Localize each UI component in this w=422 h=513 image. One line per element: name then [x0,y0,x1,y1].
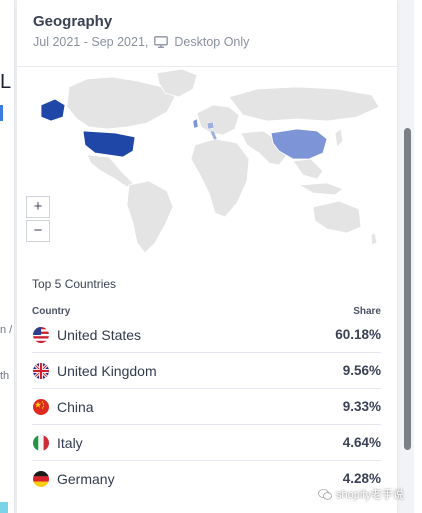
map-region-indonesia [297,182,344,196]
background-panel: L n / th [0,0,15,513]
map-region-mexico [86,154,134,188]
section-title: Top 5 Countries [32,277,117,291]
map-region-germany [206,121,215,130]
italy-flag-icon [33,434,49,451]
geography-card: Geography Jul 2021 - Sep 2021, Desktop O… [17,0,397,513]
map-region-southeast-asia [292,158,324,180]
card-title: Geography [33,13,113,30]
date-range: Jul 2021 - Sep 2021, [33,35,149,49]
monitor-icon [154,36,169,48]
column-header-share: Share [353,306,381,317]
countries-table: United States 60.18% United Kingdom 9.56… [32,317,381,496]
germany-flag-icon [33,470,49,487]
country-share: 9.56% [342,363,381,378]
zoom-out-button[interactable]: − [26,220,50,242]
country-share: 60.18% [335,327,381,342]
scrollbar-thumb[interactable] [404,128,411,450]
country-name: United States [57,326,142,343]
background-accent [0,105,3,121]
country-name: China [57,398,94,415]
map-region-africa [190,138,250,218]
device-filter: Desktop Only [174,35,250,49]
column-header-country: Country [32,306,71,317]
uk-flag-icon [33,362,49,379]
table-row: United States 60.18% [32,317,381,353]
card-header: Geography Jul 2021 - Sep 2021, Desktop O… [17,0,397,67]
map-region-south-america [126,180,174,254]
map-region-japan [334,128,344,148]
wechat-icon [318,488,332,500]
map-region-united-kingdom [192,118,199,129]
world-map[interactable] [17,67,397,257]
country-name: United Kingdom [57,362,157,379]
map-region-new-zealand [370,232,378,246]
country-share: 9.33% [342,399,381,414]
map-region-russia [228,86,380,122]
country-name: Germany [57,470,115,487]
country-share: 4.28% [342,471,381,486]
card-subtitle: Jul 2021 - Sep 2021, Desktop Only [33,35,249,49]
background-fragment: n / [0,324,13,336]
map-region-australia [312,200,362,234]
country-share: 4.64% [342,435,381,450]
world-map-svg [40,68,380,254]
background-accent [0,502,8,513]
table-row: Italy 4.64% [32,425,381,461]
table-row: United Kingdom 9.56% [32,353,381,389]
map-region-alaska [40,98,66,122]
watermark-text: shopify老手说 [336,489,404,501]
china-flag-icon [33,398,49,415]
zoom-in-button[interactable]: + [26,196,50,218]
watermark: shopify老手说 [318,486,404,502]
map-region-europe [196,104,240,136]
window-edge [414,0,422,513]
background-fragment: L [0,71,12,93]
background-fragment: th [0,370,10,382]
map-region-canada [66,76,176,130]
us-flag-icon [33,326,49,343]
map-region-united-states [82,130,136,158]
table-row: China 9.33% [32,389,381,425]
country-name: Italy [57,434,83,451]
